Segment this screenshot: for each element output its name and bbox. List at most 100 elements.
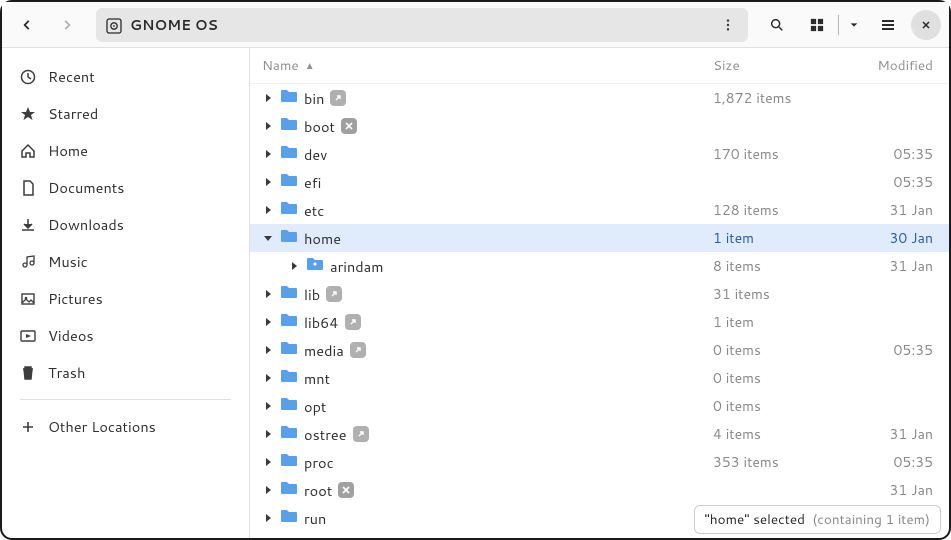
expander-closed-icon[interactable] [288, 260, 300, 272]
sidebar-item-trash[interactable]: Trash [8, 354, 243, 391]
file-name: etc [304, 200, 324, 221]
sidebar-item-label: Trash [48, 362, 85, 383]
sidebar-item-recent[interactable]: Recent [8, 58, 243, 95]
statusbar: "home" selected (containing 1 item) [694, 505, 942, 534]
view-switcher [800, 8, 865, 42]
file-rows: bin1,872 itemsbootdev170 items05:35efi05… [250, 84, 949, 538]
symlink-badge-icon [350, 342, 366, 358]
file-name: media [304, 340, 344, 361]
content: Recent Starred Home Documents Downloads … [2, 48, 949, 538]
file-modified: 05:35 [833, 144, 933, 164]
file-name: efi [304, 172, 321, 193]
sidebar-item-label: Other Locations [48, 416, 156, 437]
folder-icon [280, 115, 298, 138]
pathbar-menu-button[interactable] [718, 15, 738, 35]
file-row[interactable]: lib31 items [250, 280, 949, 308]
expander-closed-icon[interactable] [262, 92, 274, 104]
file-name: mnt [304, 368, 330, 389]
pathbar[interactable]: GNOME OS [96, 8, 748, 42]
sidebar-item-label: Starred [48, 103, 98, 124]
expander-closed-icon[interactable] [262, 148, 274, 160]
back-button[interactable] [10, 8, 44, 42]
sidebar-item-videos[interactable]: Videos [8, 317, 243, 354]
file-row[interactable]: dev170 items05:35 [250, 140, 949, 168]
expander-closed-icon[interactable] [262, 428, 274, 440]
file-row[interactable]: bin1,872 items [250, 84, 949, 112]
column-header-modified[interactable]: Modified [833, 56, 933, 75]
file-name-cell: efi [262, 171, 713, 194]
file-modified: 05:35 [833, 452, 933, 472]
folder-icon [280, 311, 298, 334]
grid-view-button[interactable] [800, 8, 834, 42]
hamburger-menu-button[interactable] [871, 8, 905, 42]
sidebar-separator [20, 399, 231, 400]
expander-closed-icon[interactable] [262, 316, 274, 328]
file-size: 1 item [713, 312, 833, 332]
file-row[interactable]: media0 items05:35 [250, 336, 949, 364]
expander-closed-icon[interactable] [262, 204, 274, 216]
sidebar-item-starred[interactable]: Starred [8, 95, 243, 132]
expander-closed-icon[interactable] [262, 512, 274, 524]
column-headers: Name ▲ Size Modified [250, 48, 949, 84]
forward-button[interactable] [50, 8, 84, 42]
file-row[interactable]: boot [250, 112, 949, 140]
search-button[interactable] [760, 8, 794, 42]
file-name-cell: boot [262, 115, 713, 138]
column-header-label: Name [262, 56, 299, 75]
file-name: root [304, 480, 332, 501]
file-name: boot [304, 116, 335, 137]
sidebar-item-documents[interactable]: Documents [8, 169, 243, 206]
file-row[interactable]: ostree4 items31 Jan [250, 420, 949, 448]
headerbar: GNOME OS [2, 2, 949, 48]
file-modified: 31 Jan [833, 424, 933, 444]
folder-icon [280, 451, 298, 474]
folder-icon [280, 395, 298, 418]
expander-open-icon[interactable] [262, 232, 274, 244]
sidebar-item-label: Music [48, 251, 88, 272]
column-header-size[interactable]: Size [713, 56, 833, 75]
file-name: lib [304, 284, 320, 305]
view-dropdown-button[interactable] [843, 8, 865, 42]
sidebar-item-music[interactable]: Music [8, 243, 243, 280]
file-modified: 30 Jan [833, 228, 933, 248]
column-header-name[interactable]: Name ▲ [262, 56, 713, 75]
expander-closed-icon[interactable] [262, 344, 274, 356]
sidebar-item-downloads[interactable]: Downloads [8, 206, 243, 243]
expander-closed-icon[interactable] [262, 400, 274, 412]
sidebar-item-label: Home [48, 140, 88, 161]
expander-closed-icon[interactable] [262, 120, 274, 132]
file-name-cell: lib64 [262, 311, 713, 334]
file-modified: 31 Jan [833, 256, 933, 276]
file-row[interactable]: opt0 items [250, 392, 949, 420]
file-row[interactable]: mnt0 items [250, 364, 949, 392]
expander-closed-icon[interactable] [262, 176, 274, 188]
folder-icon [306, 255, 324, 278]
expander-closed-icon[interactable] [262, 456, 274, 468]
file-row[interactable]: arindam8 items31 Jan [250, 252, 949, 280]
symlink-badge-icon [326, 286, 342, 302]
file-size: 0 items [713, 396, 833, 416]
file-name-cell: mnt [262, 367, 713, 390]
file-name-cell: opt [262, 395, 713, 418]
folder-icon [280, 227, 298, 250]
file-row[interactable]: home1 item30 Jan [250, 224, 949, 252]
file-name: dev [304, 144, 327, 165]
expander-closed-icon[interactable] [262, 484, 274, 496]
file-pane: Name ▲ Size Modified bin1,872 items boot d… [250, 48, 949, 538]
file-row[interactable]: proc353 items05:35 [250, 448, 949, 476]
expander-closed-icon[interactable] [262, 288, 274, 300]
folder-icon [280, 367, 298, 390]
close-button[interactable] [911, 10, 941, 40]
file-row[interactable]: efi05:35 [250, 168, 949, 196]
file-row[interactable]: etc128 items31 Jan [250, 196, 949, 224]
sidebar-item-pictures[interactable]: Pictures [8, 280, 243, 317]
noaccess-badge-icon [341, 118, 357, 134]
sidebar-item-other-locations[interactable]: Other Locations [8, 408, 243, 445]
file-name-cell: lib [262, 283, 713, 306]
sidebar-item-label: Downloads [48, 214, 124, 235]
sidebar-item-home[interactable]: Home [8, 132, 243, 169]
file-name: arindam [330, 256, 384, 277]
expander-closed-icon[interactable] [262, 372, 274, 384]
file-row[interactable]: lib641 item [250, 308, 949, 336]
file-row[interactable]: root31 Jan [250, 476, 949, 504]
